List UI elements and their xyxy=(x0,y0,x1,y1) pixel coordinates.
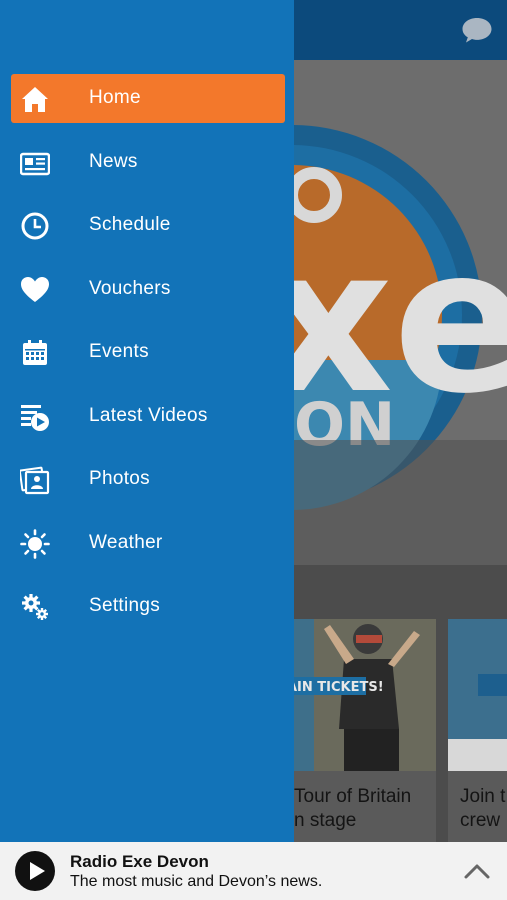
hero-logo-banner[interactable]: xe ON xyxy=(294,60,507,565)
menu-item-label: News xyxy=(89,151,138,172)
video-list-icon xyxy=(21,405,49,431)
menu-item-label: Latest Videos xyxy=(89,405,208,426)
card-title: Join t crew xyxy=(460,786,506,831)
news-card[interactable]: AIN TICKETS! Tour of Britain n stage xyxy=(284,619,436,842)
chat-icon[interactable] xyxy=(461,16,493,44)
menu-item-label: Home xyxy=(89,87,141,108)
menu-item-label: Settings xyxy=(89,595,161,616)
menu-item-label: Vouchers xyxy=(89,278,171,299)
news-cards-row: AIN TICKETS! Tour of Britain n stage Joi… xyxy=(284,565,507,842)
card-title: Tour of Britain n stage xyxy=(294,786,412,831)
chevron-up-icon[interactable] xyxy=(463,859,491,883)
menu-item-schedule[interactable]: Schedule xyxy=(11,201,285,250)
radio-exe-logo: xe ON xyxy=(294,60,507,565)
menu-item-vouchers[interactable]: Vouchers xyxy=(11,265,285,314)
card-banner-text: AIN TICKETS! xyxy=(287,680,384,695)
photos-icon xyxy=(20,466,50,495)
sun-icon xyxy=(20,529,50,559)
menu-item-photos[interactable]: Photos xyxy=(11,455,285,504)
news-icon xyxy=(20,152,50,176)
cyclist-photo: AIN TICKETS! xyxy=(284,619,436,771)
menu-item-weather[interactable]: Weather xyxy=(11,519,285,568)
menu-item-events[interactable]: Events xyxy=(11,328,285,377)
menu-item-label: Photos xyxy=(89,468,150,489)
station-tagline: The most music and Devon’s news. xyxy=(70,873,323,890)
menu-item-label: Schedule xyxy=(89,214,171,235)
menu-item-settings[interactable]: Settings xyxy=(11,582,285,631)
calendar-icon xyxy=(23,340,47,365)
card-illustration xyxy=(448,619,507,771)
menu-item-home[interactable]: Home xyxy=(11,74,285,123)
clock-icon xyxy=(21,212,49,240)
navigation-drawer: Home News Schedule Vouchers Events Lates… xyxy=(0,0,294,842)
menu-item-news[interactable]: News xyxy=(11,138,285,187)
home-icon xyxy=(22,87,48,112)
play-icon xyxy=(30,862,45,880)
menu-item-label: Events xyxy=(89,341,149,362)
mini-player[interactable]: Radio Exe Devon The most music and Devon… xyxy=(0,842,507,900)
heart-icon xyxy=(21,277,49,302)
play-button[interactable] xyxy=(15,851,55,891)
news-card[interactable]: Join t crew xyxy=(448,619,507,842)
menu-item-label: Weather xyxy=(89,532,163,553)
station-name: Radio Exe Devon xyxy=(70,852,209,871)
menu-item-latest-videos[interactable]: Latest Videos xyxy=(11,392,285,441)
gears-icon xyxy=(22,594,48,620)
